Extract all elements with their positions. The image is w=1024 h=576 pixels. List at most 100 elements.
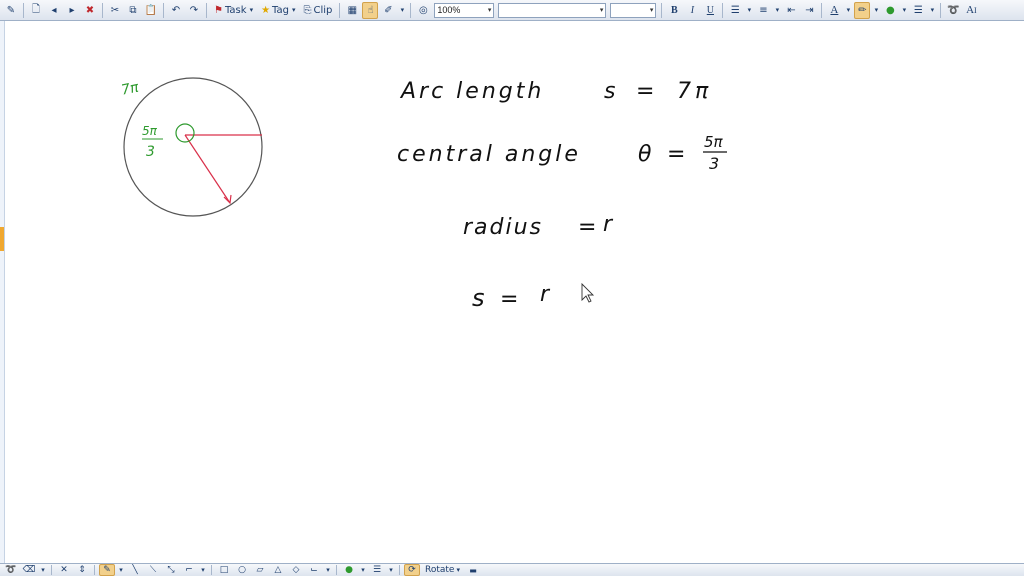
- drawing-canvas[interactable]: 7π 5π 3 Arc length s = 7π central angle …: [5, 21, 1024, 563]
- insert-text-icon[interactable]: AI: [963, 2, 979, 19]
- toolbar-separator: [410, 2, 412, 18]
- ellipse-tool-icon[interactable]: ○: [234, 564, 250, 576]
- toolbar-separator: [102, 2, 103, 18]
- font-name-select[interactable]: ▾: [498, 2, 607, 18]
- central-angle-text: central angle: [397, 142, 581, 167]
- chevron-down-icon[interactable]: ▾: [117, 564, 125, 576]
- toolbar-separator: [661, 2, 663, 18]
- tag-button[interactable]: ★ Tag ▾: [258, 2, 298, 19]
- zoom-select[interactable]: 100% ▾: [434, 2, 495, 18]
- highlighter-icon[interactable]: ✏: [854, 1, 871, 19]
- copy-icon[interactable]: ⧉: [125, 2, 141, 19]
- angle-denominator: 3: [146, 144, 155, 160]
- arc-length-equals: =: [636, 79, 654, 104]
- central-angle-numerator: 5π: [704, 133, 724, 151]
- toolbar-separator: [94, 565, 95, 575]
- clip-icon: ⎘: [303, 4, 312, 16]
- chevron-down-icon[interactable]: ▾: [773, 2, 781, 19]
- chevron-down-icon[interactable]: ▾: [745, 2, 753, 19]
- main-toolbar: ✎ 🗋 ◂ ▸ ✖ ✂ ⧉ 📋 ↶ ↷ ⚑ Task ▾ ★ Tag ▾ ⎘ C…: [0, 0, 1024, 21]
- decrease-indent-icon[interactable]: ⇤: [783, 2, 799, 19]
- next-page-icon[interactable]: ▸: [64, 2, 80, 19]
- radius-text: radius: [463, 215, 543, 240]
- diamond-tool-icon[interactable]: ◇: [288, 564, 304, 576]
- toolbar-separator: [336, 565, 337, 575]
- pen-mode-icon[interactable]: ✎: [3, 2, 19, 19]
- chevron-down-icon[interactable]: ▾: [844, 2, 852, 19]
- previous-page-icon[interactable]: ◂: [46, 2, 62, 19]
- toolbar-separator: [399, 565, 400, 575]
- line-radius: radius = r: [463, 212, 614, 240]
- insert-space-icon[interactable]: ⇕: [74, 564, 90, 576]
- chevron-down-icon[interactable]: ▾: [39, 564, 47, 576]
- bullet-list-icon[interactable]: ☰: [727, 2, 743, 19]
- font-size-select[interactable]: ▾: [610, 2, 657, 18]
- font-color-button[interactable]: A: [826, 2, 842, 19]
- line-arc-length: Arc length s = 7π: [399, 79, 708, 104]
- clip-button[interactable]: ⎘ Clip: [301, 2, 336, 19]
- chevron-down-icon[interactable]: ▾: [928, 2, 936, 19]
- double-arrow-tool-icon[interactable]: ⤡: [163, 564, 179, 576]
- radius-equals: =: [578, 215, 596, 240]
- rotate-button[interactable]: Rotate ▾: [422, 564, 463, 576]
- toolbar-separator: [821, 2, 823, 18]
- chevron-down-icon[interactable]: ▾: [324, 564, 332, 576]
- task-button[interactable]: ⚑ Task ▾: [211, 2, 256, 19]
- new-page-icon[interactable]: 🗋: [28, 2, 44, 19]
- lasso-icon[interactable]: ➰: [945, 2, 961, 19]
- lasso-select-icon[interactable]: ➰: [3, 564, 19, 576]
- toolbar-separator: [722, 2, 724, 18]
- table-icon[interactable]: ▦: [344, 2, 360, 19]
- overflow-icon[interactable]: ▬: [465, 564, 481, 576]
- underline-button[interactable]: U: [702, 2, 718, 19]
- chevron-down-icon[interactable]: ▾: [872, 2, 880, 19]
- arc-length-text: Arc length: [399, 79, 544, 104]
- rectangle-tool-icon[interactable]: □: [216, 564, 232, 576]
- chevron-down-icon[interactable]: ▾: [359, 564, 367, 576]
- color-palette-icon[interactable]: ●: [341, 564, 357, 576]
- radius-value: r: [603, 212, 614, 237]
- undo-icon[interactable]: ↶: [168, 2, 184, 19]
- increase-indent-icon[interactable]: ⇥: [801, 2, 817, 19]
- formula-equals: =: [500, 287, 518, 312]
- paste-icon[interactable]: 📋: [143, 2, 159, 19]
- chevron-down-icon[interactable]: ▾: [199, 564, 207, 576]
- numbered-list-icon[interactable]: ≡: [755, 2, 771, 19]
- italic-button[interactable]: I: [684, 2, 700, 19]
- line-tool-icon[interactable]: ╲: [127, 564, 143, 576]
- chevron-down-icon[interactable]: ▾: [387, 564, 395, 576]
- delete-page-icon[interactable]: ✖: [82, 2, 98, 19]
- chevron-down-icon[interactable]: ▾: [398, 2, 406, 19]
- cut-icon[interactable]: ✂: [107, 2, 123, 19]
- line-style-icon[interactable]: ☰: [369, 564, 385, 576]
- axis-tool-icon[interactable]: ⌐: [181, 564, 197, 576]
- parallelogram-tool-icon[interactable]: ▱: [252, 564, 268, 576]
- chevron-down-icon[interactable]: ▾: [900, 2, 908, 19]
- arrow-line-tool-icon[interactable]: ⟍: [145, 564, 161, 576]
- triangle-tool-icon[interactable]: △: [270, 564, 286, 576]
- chevron-down-icon[interactable]: ▾: [250, 6, 254, 14]
- arc-length-label: 7π: [120, 79, 141, 98]
- angle-marker: [175, 123, 195, 143]
- bold-button[interactable]: B: [666, 2, 682, 19]
- formula-symbol: s: [472, 284, 485, 312]
- chevron-down-icon: ▾: [649, 7, 654, 14]
- zoom-icon[interactable]: ◎: [415, 2, 431, 19]
- pen-color-icon[interactable]: ●: [882, 2, 898, 19]
- chevron-down-icon[interactable]: ▾: [292, 6, 296, 14]
- rotate-label: Rotate: [425, 565, 455, 575]
- pen-tool-icon[interactable]: ✎: [99, 564, 115, 576]
- central-angle-symbol: θ: [638, 142, 652, 167]
- formula-value: r: [540, 282, 551, 307]
- rotate-icon[interactable]: ⟳: [404, 564, 420, 576]
- pen-options-icon[interactable]: ✐: [380, 2, 396, 19]
- page-indicator[interactable]: [0, 227, 4, 251]
- line-central-angle: central angle θ = 5π 3: [397, 133, 727, 173]
- line-width-icon[interactable]: ☰: [910, 2, 926, 19]
- delete-ink-icon[interactable]: ✕: [56, 564, 72, 576]
- pointer-mode-icon[interactable]: ☝: [362, 1, 379, 19]
- toolbar-separator: [163, 2, 164, 18]
- redo-icon[interactable]: ↷: [186, 2, 202, 19]
- connector-tool-icon[interactable]: ⌙: [306, 564, 322, 576]
- eraser-icon[interactable]: ⌫: [21, 564, 37, 576]
